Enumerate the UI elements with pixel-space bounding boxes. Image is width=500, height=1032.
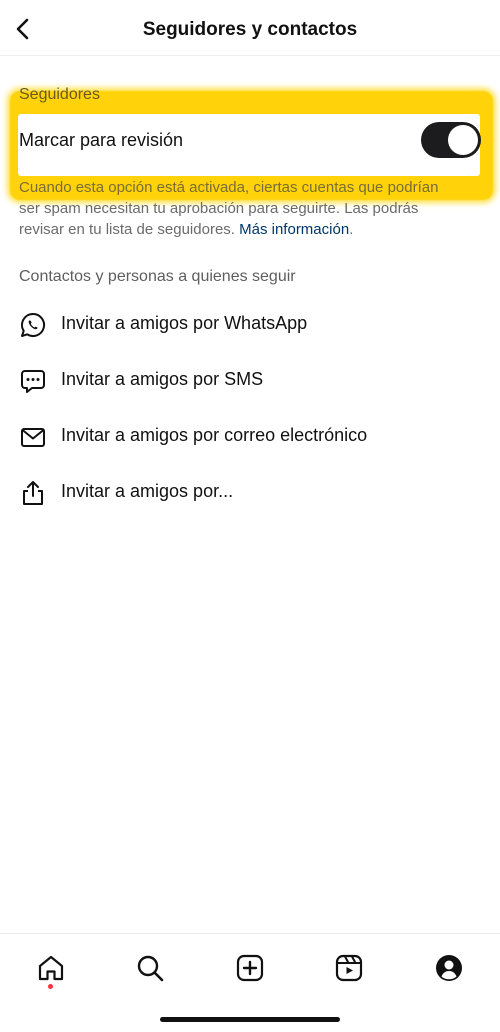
home-icon [38, 955, 64, 981]
tab-profile[interactable] [429, 948, 469, 988]
plus-square-icon [236, 954, 264, 982]
toggle-label: Marcar para revisión [19, 130, 184, 150]
review-toggle[interactable] [421, 122, 481, 158]
toggle-description: Cuando esta opción está activada, cierta… [19, 177, 481, 240]
reels-icon [335, 954, 363, 982]
screen: Seguidores y contactos Seguidores Marcar… [0, 0, 500, 1032]
sms-bubble-icon [18, 366, 48, 396]
toggle-knob [448, 125, 478, 155]
notification-dot [48, 984, 53, 989]
description-line-3-wrap: revisar en tu lista de seguidores. Más i… [19, 219, 481, 240]
review-toggle-row: Marcar para revisión [19, 120, 481, 160]
mail-icon [18, 422, 48, 452]
section-label-followers: Seguidores [19, 86, 100, 103]
whatsapp-icon [18, 310, 48, 340]
header: Seguidores y contactos [0, 0, 500, 56]
invite-share-label: Invitar a amigos por... [61, 481, 234, 501]
profile-icon [436, 955, 462, 981]
tab-reels[interactable] [329, 948, 369, 988]
section-label-contacts: Contactos y personas a quienes seguir [19, 268, 296, 285]
invite-whatsapp-label: Invitar a amigos por WhatsApp [61, 313, 308, 333]
invite-whatsapp-item[interactable]: Invitar a amigos por WhatsApp [0, 298, 500, 354]
invite-email-label: Invitar a amigos por correo electrónico [61, 425, 368, 445]
share-icon [18, 478, 48, 508]
invite-sms-label: Invitar a amigos por SMS [61, 369, 264, 389]
home-indicator [160, 1017, 340, 1022]
invite-sms-item[interactable]: Invitar a amigos por SMS [0, 354, 500, 410]
invite-email-item[interactable]: Invitar a amigos por correo electrónico [0, 410, 500, 466]
description-period: . [349, 221, 354, 238]
tab-search[interactable] [130, 948, 170, 988]
more-info-link[interactable]: Más información [239, 221, 349, 238]
tab-create[interactable] [230, 948, 270, 988]
description-line-1: Cuando esta opción está activada, cierta… [19, 179, 439, 196]
invite-list: Invitar a amigos por WhatsApp Invitar a … [0, 298, 500, 522]
invite-share-item[interactable]: Invitar a amigos por... [0, 466, 500, 522]
tab-bar [0, 933, 500, 1032]
description-line-2: ser spam necesitan tu aprobación para se… [19, 200, 419, 217]
page-title: Seguidores y contactos [142, 19, 358, 40]
description-line-3: revisar en tu lista de seguidores. [19, 221, 235, 238]
tab-home[interactable] [31, 948, 71, 988]
search-icon [137, 955, 164, 982]
